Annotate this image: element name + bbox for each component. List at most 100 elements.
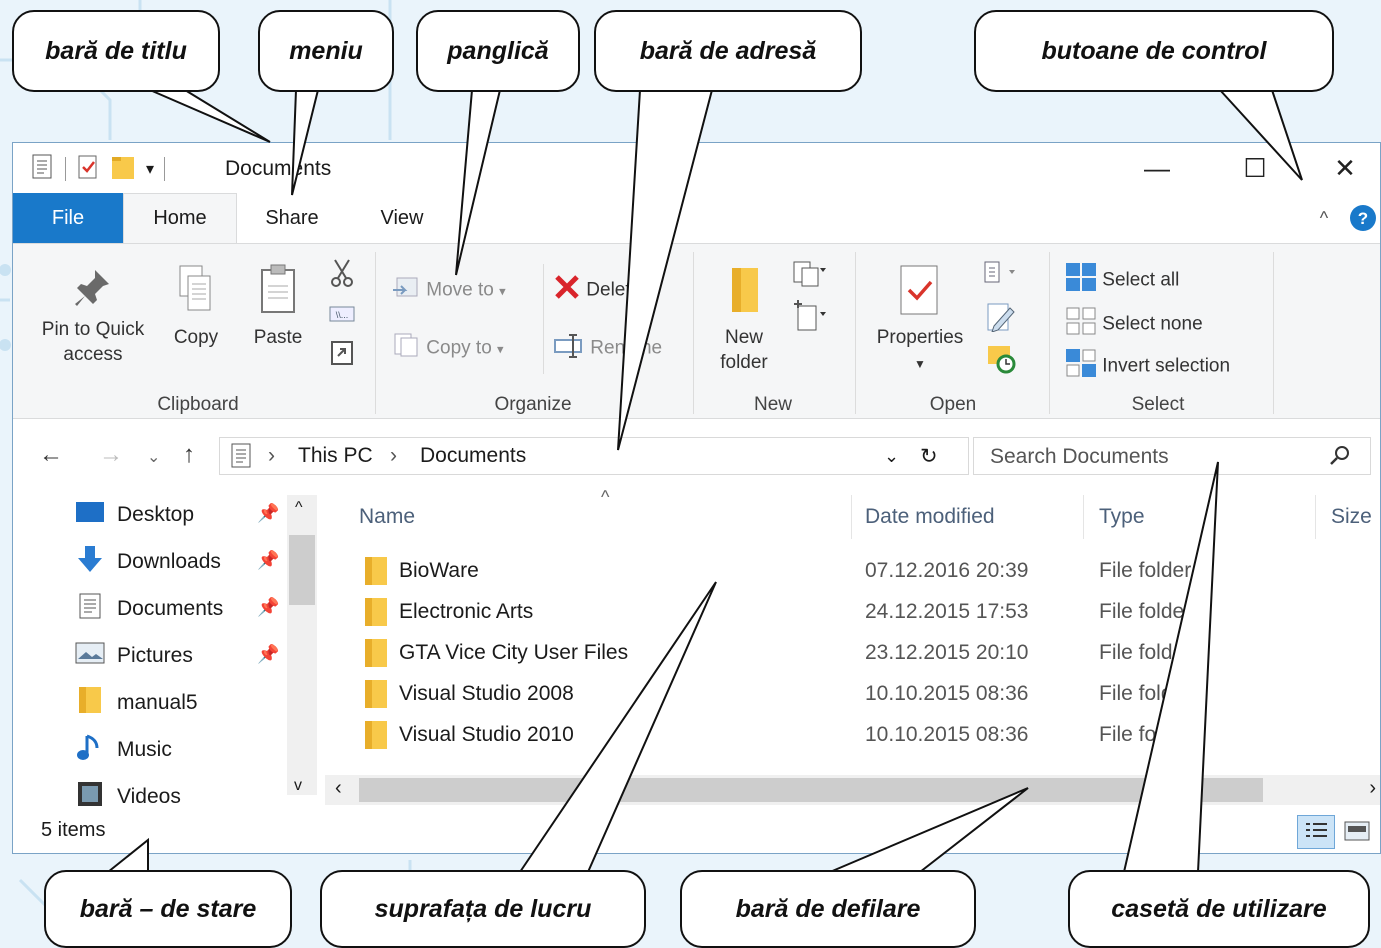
refresh-icon[interactable]: ↻: [920, 444, 938, 469]
horizontal-scrollbar[interactable]: ‹ ›: [325, 775, 1380, 805]
scrollbar-thumb[interactable]: [359, 778, 1263, 802]
svg-text:?: ?: [1358, 209, 1368, 228]
pin-label-line1: Pin to Quick: [41, 319, 145, 340]
file-row[interactable]: Visual Studio 2010 10.10.2015 08:36 File…: [325, 715, 1380, 755]
close-button[interactable]: ✕: [1301, 143, 1380, 193]
select-none-icon: [1065, 306, 1097, 343]
tab-home[interactable]: Home: [123, 193, 237, 243]
file-type: File folder: [1099, 641, 1192, 664]
breadcrumb-this-pc[interactable]: This PC: [298, 444, 373, 468]
column-header-name[interactable]: Name: [359, 505, 415, 529]
quick-access-toolbar: ▾: [31, 153, 166, 185]
callout-address-bar: bară de adresă: [594, 10, 862, 92]
pin-icon[interactable]: 📌: [257, 503, 279, 524]
rename-icon: [553, 332, 585, 365]
callout-title-bar: bară de titlu: [12, 10, 220, 92]
delete-button[interactable]: Delete ▾: [553, 274, 653, 307]
easy-access-icon[interactable]: [789, 300, 829, 339]
scroll-down-icon[interactable]: v: [294, 777, 302, 795]
nav-item-pictures[interactable]: Pictures: [75, 636, 193, 676]
nav-item-music[interactable]: Music: [75, 730, 172, 770]
checklist-icon[interactable]: [76, 154, 100, 185]
address-dropdown-icon[interactable]: ⌄: [884, 446, 899, 467]
scroll-left-icon[interactable]: ‹: [335, 777, 342, 800]
column-separator[interactable]: [851, 495, 852, 539]
copy-path-icon[interactable]: \\...: [327, 304, 357, 331]
file-row[interactable]: GTA Vice City User Files 23.12.2015 20:1…: [325, 633, 1380, 673]
forward-arrow-icon[interactable]: →: [99, 441, 123, 469]
tab-file[interactable]: File: [13, 193, 123, 243]
toolbar-separator: [65, 157, 66, 181]
file-row[interactable]: Electronic Arts 24.12.2015 17:53 File fo…: [325, 592, 1380, 632]
details-view-icon[interactable]: [1297, 815, 1335, 849]
callout-workspace: suprafața de lucru: [320, 870, 646, 948]
file-row[interactable]: Visual Studio 2008 10.10.2015 08:36 File…: [325, 674, 1380, 714]
breadcrumb-documents[interactable]: Documents: [420, 444, 526, 468]
back-arrow-icon[interactable]: ←: [39, 441, 63, 469]
pin-icon[interactable]: 📌: [257, 550, 279, 571]
file-date: 23.12.2015 20:10: [865, 641, 1029, 664]
navigation-bar: ← → ⌄ ↑ › This PC › Documents ⌄ ↻ Search…: [13, 419, 1380, 495]
folder-icon: [363, 719, 389, 756]
scrollbar-thumb[interactable]: [289, 535, 315, 605]
maximize-button[interactable]: ☐: [1211, 143, 1299, 193]
collapse-ribbon-icon[interactable]: ^: [1309, 193, 1339, 243]
recent-locations-icon[interactable]: ⌄: [147, 447, 160, 467]
search-input[interactable]: Search Documents: [973, 437, 1371, 475]
nav-item-label: Documents: [117, 597, 224, 620]
scroll-up-icon[interactable]: ^: [295, 499, 303, 517]
rename-button[interactable]: Rename: [553, 332, 662, 365]
nav-pane-scrollbar[interactable]: ^ v: [287, 495, 317, 795]
address-bar[interactable]: › This PC › Documents ⌄ ↻: [219, 437, 969, 475]
pin-icon[interactable]: 📌: [257, 644, 279, 665]
search-icon: [1328, 444, 1352, 474]
new-folder-icon[interactable]: [110, 154, 136, 185]
nav-item-desktop[interactable]: Desktop: [75, 495, 194, 535]
new-folder-button[interactable]: New folder: [703, 262, 785, 375]
properties-icon[interactable]: [31, 154, 55, 185]
tab-share[interactable]: Share: [237, 193, 347, 243]
invert-selection-button[interactable]: Invert selection: [1065, 348, 1230, 385]
large-icons-view-icon[interactable]: [1343, 819, 1373, 848]
folder-icon: [363, 596, 389, 633]
move-to-button[interactable]: Move to ▾: [391, 274, 506, 307]
column-separator[interactable]: [1083, 495, 1084, 539]
column-header-size[interactable]: Size: [1331, 505, 1372, 529]
file-type: File folder: [1099, 600, 1192, 623]
callout-ribbon: panglică: [416, 10, 580, 92]
tab-view[interactable]: View: [347, 193, 457, 243]
copy-button[interactable]: Copy: [163, 262, 229, 350]
customize-toolbar-icon[interactable]: ▾: [146, 159, 154, 179]
file-type: File folder: [1099, 682, 1192, 705]
nav-item-documents[interactable]: Documents: [75, 589, 223, 629]
title-bar: ▾ Documents — ☐ ✕: [13, 143, 1380, 193]
cut-icon[interactable]: [327, 258, 357, 295]
edit-icon[interactable]: [979, 300, 1023, 339]
paste-button[interactable]: Paste: [245, 262, 311, 350]
nav-item-label: Downloads: [117, 550, 221, 573]
select-none-button[interactable]: Select none: [1065, 306, 1203, 343]
help-icon[interactable]: ?: [1345, 193, 1380, 243]
folder-icon: [75, 685, 105, 721]
history-icon[interactable]: [979, 342, 1023, 381]
paste-shortcut-icon[interactable]: [327, 340, 357, 373]
minimize-button[interactable]: —: [1113, 143, 1201, 193]
column-separator[interactable]: [1315, 495, 1316, 539]
pin-icon[interactable]: 📌: [257, 597, 279, 618]
nav-item-downloads[interactable]: Downloads: [75, 542, 221, 582]
open-icon[interactable]: [979, 260, 1023, 295]
properties-button[interactable]: Properties ▼: [865, 262, 975, 377]
up-arrow-icon[interactable]: ↑: [183, 441, 195, 469]
column-header-type[interactable]: Type: [1099, 505, 1145, 529]
nav-item-label: Pictures: [117, 644, 193, 667]
nav-item-manual5[interactable]: manual5: [75, 683, 198, 723]
properties-icon: [897, 262, 943, 325]
column-header-date[interactable]: Date modified: [865, 505, 995, 529]
pin-to-quick-access-button[interactable]: Pin to Quick access: [23, 266, 163, 367]
select-all-button[interactable]: Select all: [1065, 262, 1179, 299]
new-item-icon[interactable]: [789, 260, 829, 295]
copy-label: Copy: [173, 327, 219, 348]
file-row[interactable]: BioWare 07.12.2016 20:39 File folder: [325, 551, 1380, 591]
scroll-right-icon[interactable]: ›: [1369, 777, 1376, 800]
copy-to-button[interactable]: Copy to ▾: [391, 332, 504, 365]
